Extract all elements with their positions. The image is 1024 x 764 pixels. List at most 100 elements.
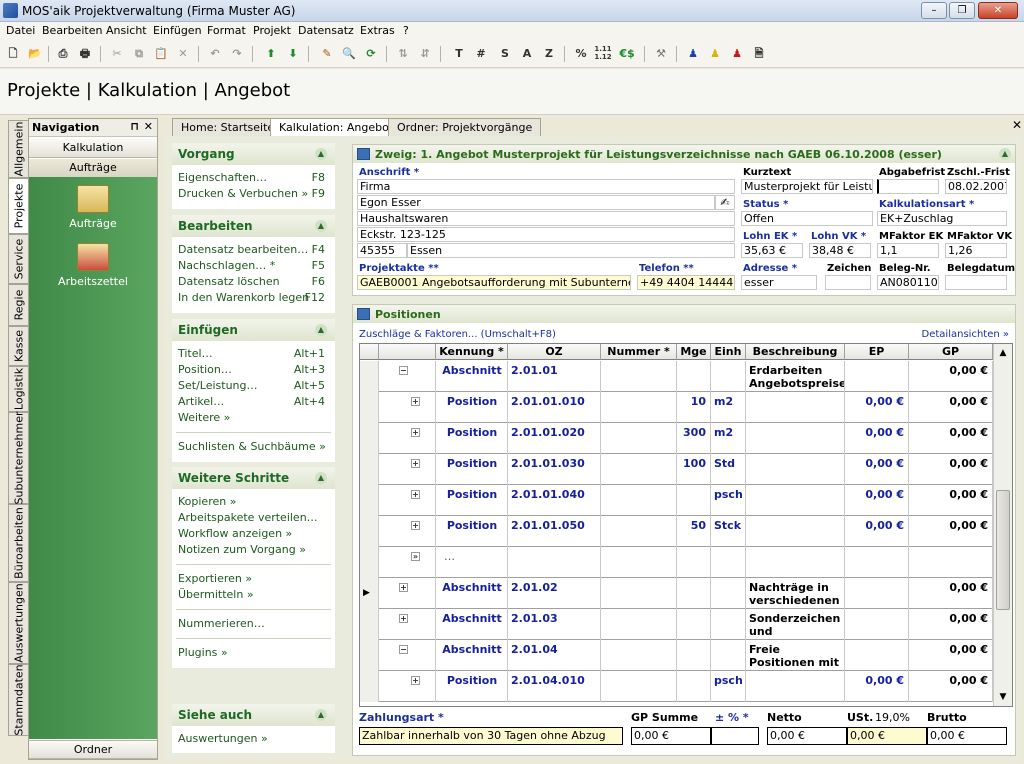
col-einh[interactable]: Einh	[711, 344, 746, 360]
table-row[interactable]: − Abschnitt2.01.04 Freie Positionen mit Te…	[360, 640, 993, 671]
nav-item-arbeitszettel[interactable]: Arbeitszettel	[29, 243, 157, 288]
table-row[interactable]: »…	[360, 547, 993, 578]
cell-nummer[interactable]	[601, 578, 677, 609]
cell-beschr[interactable]	[746, 454, 845, 485]
cut-icon[interactable]: ✂	[108, 45, 126, 63]
cell-gp[interactable]: 0,00 €	[909, 454, 993, 485]
print-icon[interactable]: 🖶	[76, 45, 94, 63]
percent-button[interactable]: %	[572, 45, 590, 63]
cell-oz[interactable]: 2.01.01.050	[508, 516, 601, 547]
row-selector[interactable]	[360, 640, 379, 671]
table-row[interactable]: + Position 2.01.01.010 10 m2 0,00 €0,00 €	[360, 392, 993, 423]
task-datensatz-bearbeiten[interactable]: Datensatz bearbeiten… F4	[172, 242, 335, 258]
close-tab-icon[interactable]: ✕	[1012, 118, 1022, 132]
cell-beschr[interactable]	[746, 423, 845, 454]
cell-gp[interactable]: 0,00 €	[909, 578, 993, 609]
collapse-chevron-icon[interactable]: ▲	[999, 148, 1011, 160]
cell-mge[interactable]	[677, 361, 711, 392]
strasse-field[interactable]: Eckstr. 123-125	[357, 227, 735, 242]
plz-field[interactable]: 45355	[357, 243, 407, 258]
cell-mge[interactable]: 100	[677, 454, 711, 485]
cell-kennung[interactable]: …	[436, 547, 508, 578]
cell-nummer[interactable]	[601, 609, 677, 640]
collapse-chevron-icon[interactable]: ▲	[315, 148, 327, 160]
expand-icon[interactable]: +	[411, 428, 420, 437]
user-red-icon[interactable]: ♟	[728, 45, 746, 63]
collapse-icon[interactable]: −	[399, 366, 408, 375]
menu-ansicht[interactable]: Ansicht	[106, 24, 147, 37]
delete-icon[interactable]: ✕	[174, 45, 192, 63]
lohn-ek-field[interactable]: 35,63 €	[741, 243, 803, 258]
cell-ep[interactable]: 0,00 €	[845, 485, 909, 516]
user-blue-icon[interactable]: ♟	[684, 45, 702, 63]
row-selector[interactable]	[360, 423, 379, 454]
cell-gp[interactable]: 0,00 €	[909, 609, 993, 640]
cell-nummer[interactable]	[601, 485, 677, 516]
col-mge[interactable]: Mge	[677, 344, 711, 360]
cell-ep[interactable]: 0,00 €	[845, 423, 909, 454]
sort-descending-icon[interactable]: ⇵	[416, 45, 434, 63]
refresh-icon[interactable]: ⟳	[362, 45, 380, 63]
abgabefrist-field[interactable]	[877, 179, 939, 194]
cell-mge[interactable]	[677, 578, 711, 609]
table-row[interactable]: + Position 2.01.01.030 100 Std 0,00 €0,00 €	[360, 454, 993, 485]
cell-kennung[interactable]: Position	[436, 485, 508, 516]
status-field[interactable]: Offen	[741, 211, 873, 226]
pin-icon[interactable]: ⊓	[130, 120, 139, 133]
cell-einh[interactable]	[711, 640, 746, 671]
cell-oz[interactable]: 2.01.02	[508, 578, 601, 609]
cell-gp[interactable]: 0,00 €	[909, 423, 993, 454]
menu-format[interactable]: Format	[207, 24, 246, 37]
cell-einh[interactable]	[711, 578, 746, 609]
row-selector[interactable]	[360, 361, 379, 392]
adresse-field[interactable]: esser	[741, 275, 817, 290]
minimize-button[interactable]: –	[921, 2, 947, 19]
vtab-allgemein[interactable]: Allgemein	[8, 120, 28, 178]
task-arbeitspakete[interactable]: Arbeitspakete verteilen…	[172, 510, 335, 526]
menu-einfuegen[interactable]: Einfügen	[153, 24, 202, 37]
cell-ep[interactable]	[845, 361, 909, 392]
format-t-button[interactable]: T	[450, 45, 468, 63]
firma-field[interactable]: Firma	[357, 179, 735, 194]
cell-mge[interactable]: 10	[677, 392, 711, 423]
task-eigenschaften[interactable]: Eigenschaften… F8	[172, 170, 335, 186]
cell-mge[interactable]	[677, 640, 711, 671]
kurztext-field[interactable]: Musterprojekt für Leistung	[741, 179, 873, 194]
task-nummerieren[interactable]: Nummerieren…	[172, 616, 335, 632]
cell-einh[interactable]	[711, 547, 746, 578]
beleg-nr-field[interactable]: AN080110	[877, 275, 939, 290]
cell-beschr[interactable]: Erdarbeiten Angebotspreise	[746, 361, 845, 392]
print-preview-icon[interactable]: ⎙	[54, 45, 72, 63]
zeichen-field[interactable]	[825, 275, 871, 290]
collapse-chevron-icon[interactable]: ▲	[315, 324, 327, 336]
format-hash-button[interactable]: #	[472, 45, 490, 63]
vtab-logistik[interactable]: Logistik	[8, 366, 28, 412]
task-auswertungen[interactable]: Auswertungen »	[172, 731, 335, 747]
cell-mge[interactable]	[677, 485, 711, 516]
col-nummer[interactable]: Nummer *	[601, 344, 677, 360]
menu-projekt[interactable]: Projekt	[253, 24, 291, 37]
nav-kalkulation-button[interactable]: Kalkulation	[29, 139, 157, 158]
task-suchlisten[interactable]: Suchlisten & Suchbäume »	[172, 439, 335, 455]
cell-beschr[interactable]	[746, 485, 845, 516]
expand-icon[interactable]: +	[411, 397, 420, 406]
cell-gp[interactable]: 0,00 €	[909, 640, 993, 671]
row-selector[interactable]	[360, 671, 379, 702]
maximize-button[interactable]: ❐	[949, 2, 975, 19]
paste-icon[interactable]: 📋	[152, 45, 170, 63]
cell-ep[interactable]	[845, 640, 909, 671]
col-beschreibung[interactable]: Beschreibung	[746, 344, 845, 360]
search-icon[interactable]: 🔍	[340, 45, 358, 63]
cell-gp[interactable]: 0,00 €	[909, 485, 993, 516]
task-exportieren[interactable]: Exportieren »	[172, 571, 335, 587]
nav-ordner-button[interactable]: Ordner	[29, 740, 157, 759]
tools-icon[interactable]: ⚒	[652, 45, 670, 63]
cell-einh[interactable]	[711, 361, 746, 392]
cell-gp[interactable]: 0,00 €	[909, 392, 993, 423]
col-ep[interactable]: EP	[845, 344, 909, 360]
copy-icon[interactable]: ⧉	[130, 45, 148, 63]
cell-kennung[interactable]: Position	[436, 423, 508, 454]
table-row[interactable]: + Position 2.01.04.010 psch 0,00 €0,00 €	[360, 671, 993, 702]
vtab-auswertungen[interactable]: Auswertungen	[8, 582, 28, 664]
cell-ep[interactable]	[845, 578, 909, 609]
